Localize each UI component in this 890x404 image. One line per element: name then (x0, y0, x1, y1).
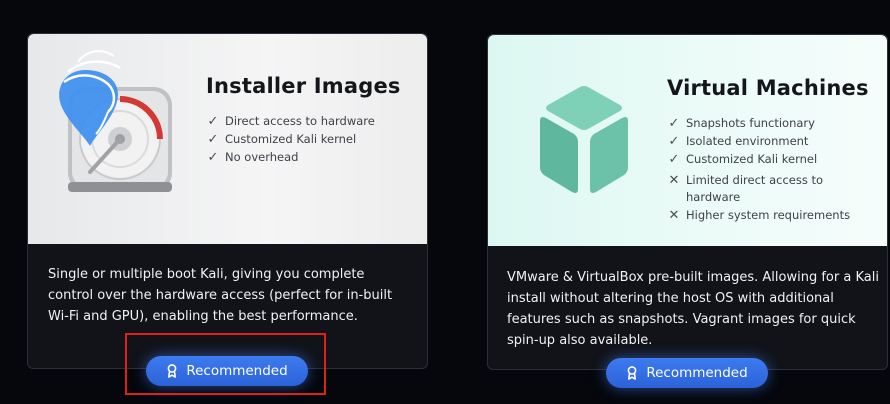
highlight-box (125, 333, 326, 395)
virtual-machines-header: Virtual Machines ✓ Snapshots functionary … (488, 35, 887, 246)
feature-text: Snapshots functionary (686, 116, 815, 130)
feature-text: Customized Kali kernel (686, 152, 818, 166)
button-label: Recommended (646, 365, 748, 381)
check-icon: ✓ (668, 134, 680, 149)
feature-item: ✓ Customized Kali kernel (667, 151, 862, 168)
check-icon: ✓ (207, 132, 219, 147)
feature-text: Direct access to hardware (225, 114, 375, 128)
virtual-machines-card: Virtual Machines ✓ Snapshots functionary … (487, 34, 888, 388)
feature-text: No overhead (225, 150, 299, 164)
check-icon: ✓ (207, 150, 219, 165)
recommended-button[interactable]: Recommended (606, 358, 768, 388)
feature-list: ✓ Snapshots functionary ✓ Isolated environ… (667, 115, 862, 225)
cross-icon: ✕ (668, 173, 680, 188)
feature-item: ✕ Limited direct access to hardware (667, 172, 862, 206)
check-icon: ✓ (207, 114, 219, 129)
check-icon: ✓ (668, 152, 680, 167)
feature-text: Isolated environment (686, 134, 809, 148)
feature-item: ✓ No overhead (206, 149, 401, 166)
installer-images-header: Installer Images ✓ Direct access to hardw… (28, 34, 427, 244)
card-title: Virtual Machines (667, 76, 869, 100)
feature-item: ✓ Isolated environment (667, 133, 862, 150)
feature-item: ✓ Direct access to hardware (206, 113, 401, 130)
feature-item: ✓ Snapshots functionary (667, 115, 862, 132)
card-description: Single or multiple boot Kali, giving you… (48, 267, 393, 324)
feature-text: Limited direct access to hardware (686, 173, 824, 204)
virtual-machine-cube-icon (540, 86, 628, 193)
card-description: VMware & VirtualBox pre-built images. Al… (507, 270, 879, 348)
card-title: Installer Images (206, 74, 401, 98)
award-ribbon-icon (627, 366, 637, 380)
feature-item: ✕ Higher system requirements (667, 207, 862, 224)
feature-item: ✓ Customized Kali kernel (206, 131, 401, 148)
kali-installer-disk-icon (59, 50, 172, 192)
cross-icon: ✕ (668, 208, 680, 223)
check-icon: ✓ (668, 116, 680, 131)
feature-text: Customized Kali kernel (225, 132, 357, 146)
installer-images-card: Installer Images ✓ Direct access to hardw… (27, 33, 428, 386)
feature-list: ✓ Direct access to hardware ✓ Customized K… (206, 113, 401, 167)
feature-text: Higher system requirements (686, 208, 851, 222)
